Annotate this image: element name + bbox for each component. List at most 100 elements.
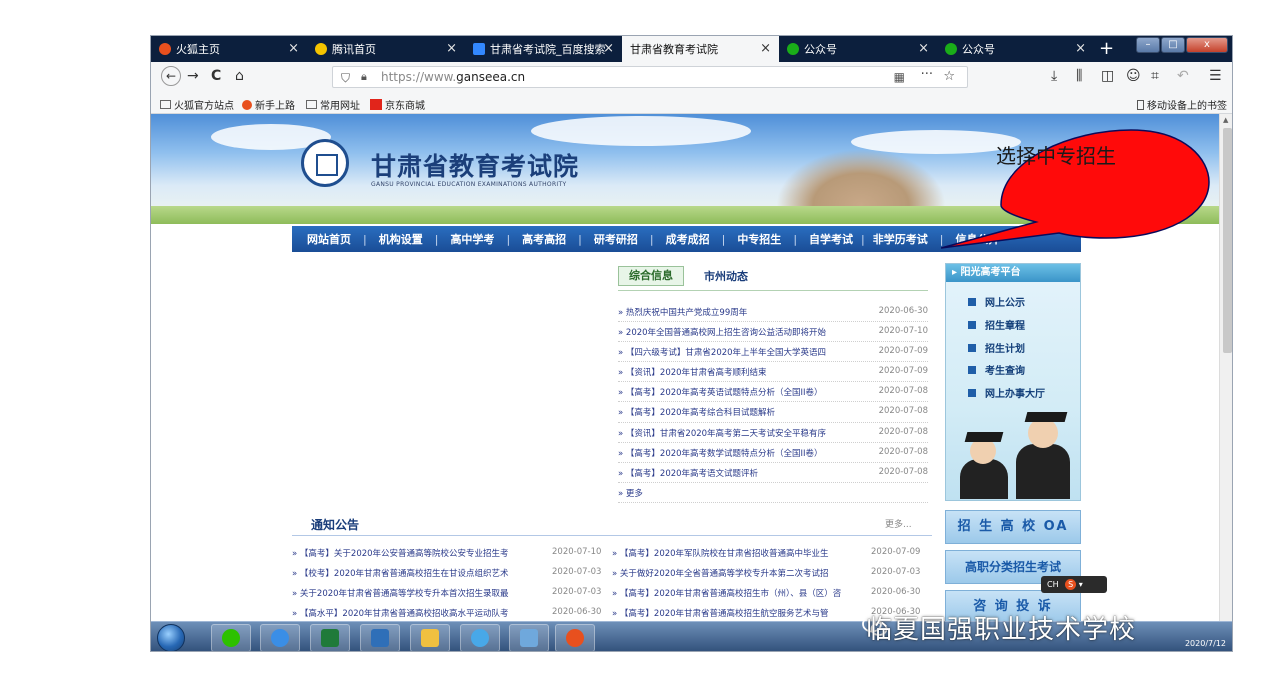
tab-ganseea[interactable]: 甘肃省教育考试院 × xyxy=(622,36,779,62)
site-emblem-logo[interactable] xyxy=(301,139,349,187)
notice-link[interactable]: » 【高考】2020年军队院校在甘肃省招收普通高中毕业生 xyxy=(612,547,862,559)
nav-high-school-exam[interactable]: 高中学考 xyxy=(450,231,494,247)
new-tab-button[interactable]: + xyxy=(1099,38,1114,59)
list-item[interactable]: » 【高考】2020年高考数学试题特点分析（全国II卷） 2020-07-08 xyxy=(618,443,928,463)
bookmark-getting-started[interactable]: 新手上路 xyxy=(242,97,295,112)
notice-link[interactable]: » 【校考】2020年甘肃省普通高校招生在甘设点组织艺术 xyxy=(292,567,542,579)
download-icon[interactable]: ⤓ xyxy=(1051,68,1057,84)
news-title[interactable]: 2020年全国普通高校网上招生咨询公益活动即将开始 xyxy=(626,328,826,338)
sogou-icon[interactable]: S xyxy=(1065,579,1077,590)
sidebar-icon[interactable]: ◫ xyxy=(1101,68,1114,84)
home-button[interactable]: ⌂ xyxy=(235,68,244,84)
close-icon[interactable]: × xyxy=(288,41,299,56)
menu-icon[interactable]: ☰ xyxy=(1209,68,1222,84)
sidebar-item-admission-rules[interactable]: 招生章程 xyxy=(968,317,1025,332)
sidebar-item-candidate-query[interactable]: 考生查询 xyxy=(968,362,1025,377)
news-more-link[interactable]: 更多 xyxy=(626,489,643,499)
list-item[interactable]: » 【高考】2020年高考综合科目试题解析 2020-07-08 xyxy=(618,402,928,423)
ime-language[interactable]: CH xyxy=(1047,580,1059,589)
bookmark-star-icon[interactable]: ☆ xyxy=(943,67,955,87)
list-item[interactable]: » 【资讯】甘肃省2020年高考第二天考试安全平稳有序 2020-07-08 xyxy=(618,423,928,443)
account-icon[interactable]: ☺ xyxy=(1126,68,1141,84)
site-title[interactable]: 甘肃省教育考试院 xyxy=(371,147,579,183)
ime-toolbar[interactable]: CH S ▾ xyxy=(1041,576,1107,593)
close-icon[interactable]: × xyxy=(918,41,929,56)
url-bar[interactable]: ⛉ 🔒︎ https://www.ganseea.cn ▦ ··· ☆ xyxy=(332,66,968,88)
nav-college-entrance[interactable]: 高考高招 xyxy=(522,231,566,247)
tab-tencent[interactable]: 腾讯首页 × xyxy=(307,36,465,62)
list-item[interactable]: » 【高考】2020年高考语文试题评析 2020-07-08 xyxy=(618,463,928,483)
news-title[interactable]: 【四六级考试】甘肃省2020年上半年全国大学英语四 xyxy=(626,348,826,358)
nav-adult-exam[interactable]: 成考成招 xyxy=(666,231,710,247)
folder-taskbar-icon[interactable] xyxy=(410,624,450,651)
tab-baidu-search[interactable]: 甘肃省考试院_百度搜索 × xyxy=(465,36,622,62)
bookmark-common-sites[interactable]: 常用网址 xyxy=(306,97,360,112)
scroll-up-icon[interactable]: ▲ xyxy=(1223,116,1228,124)
tab-official-account-1[interactable]: 公众号 × xyxy=(779,36,937,62)
bookmark-mobile[interactable]: 移动设备上的书签 xyxy=(1137,97,1227,112)
close-icon[interactable]: × xyxy=(760,41,771,56)
excel-taskbar-icon[interactable] xyxy=(310,624,350,651)
taskbar-date[interactable]: 2020/7/12 xyxy=(1185,639,1226,648)
page-actions-icon[interactable]: ··· xyxy=(921,65,933,85)
news-title[interactable]: 【高考】2020年高考综合科目试题解析 xyxy=(626,408,775,418)
qr-code-icon[interactable]: ▦ xyxy=(894,67,905,87)
scrollbar-thumb[interactable] xyxy=(1223,128,1232,353)
vertical-scrollbar[interactable]: ▲ xyxy=(1219,114,1232,621)
notice-link[interactable]: » 【高水平】2020年甘肃省普通高校招收高水平运动队考 xyxy=(292,607,542,619)
sidebar-item-online-hall[interactable]: 网上办事大厅 xyxy=(968,385,1045,400)
tab-general-info[interactable]: 综合信息 xyxy=(618,266,684,286)
maximize-button[interactable]: □ xyxy=(1161,37,1185,53)
notice-link[interactable]: » 关于做好2020年全省普通高等学校专升本第二次考试招 xyxy=(612,567,862,579)
chat-taskbar-icon[interactable] xyxy=(460,624,500,651)
tab-city-news[interactable]: 市州动态 xyxy=(704,268,748,284)
sidebar-item-public-notice[interactable]: 网上公示 xyxy=(968,294,1025,309)
sidebar-item-admission-plan[interactable]: 招生计划 xyxy=(968,340,1025,355)
forward-button[interactable]: → xyxy=(187,68,199,84)
nav-self-study-exam[interactable]: 自学考试 xyxy=(809,231,853,247)
news-title[interactable]: 【资讯】甘肃省2020年高考第二天考试安全平稳有序 xyxy=(626,429,826,439)
tab-firefox-home[interactable]: 火狐主页 × xyxy=(151,36,307,62)
close-window-button[interactable]: x xyxy=(1186,37,1228,53)
news-title[interactable]: 【资讯】2020年甘肃省高考顺利结束 xyxy=(626,368,767,378)
library-icon[interactable]: ⫼ xyxy=(1076,68,1082,84)
close-icon[interactable]: × xyxy=(603,41,614,56)
list-item[interactable]: » 热烈庆祝中国共产党成立99周年 2020-06-30 xyxy=(618,302,928,323)
notice-link[interactable]: » 【高考】2020年甘肃省普通高校招生市（州）、县（区）咨 xyxy=(612,587,862,599)
close-icon[interactable]: × xyxy=(446,41,457,56)
bookmark-jd[interactable]: 京东商城 xyxy=(370,97,425,112)
admission-oa-button[interactable]: 招 生 高 校 OA xyxy=(945,510,1081,544)
docs-taskbar-icon[interactable] xyxy=(509,624,549,651)
tab-official-account-2[interactable]: 公众号 × xyxy=(937,36,1094,62)
notice-link[interactable]: » 关于2020年甘肃省普通高等学校专升本首次招生录取最 xyxy=(292,587,542,599)
news-title[interactable]: 【高考】2020年高考语文试题评析 xyxy=(626,469,758,479)
screenshot-icon[interactable]: ⌗ xyxy=(1151,68,1159,84)
bookmark-firefox-site[interactable]: 火狐官方站点 xyxy=(160,97,234,112)
chevron-down-icon[interactable]: ▾ xyxy=(1079,580,1083,589)
nav-organization[interactable]: 机构设置 xyxy=(379,231,423,247)
shield-icon[interactable]: ⛉ xyxy=(341,68,350,88)
news-more-row[interactable]: » 更多 xyxy=(618,483,928,503)
nav-home[interactable]: 网站首页 xyxy=(307,231,351,247)
close-icon[interactable]: × xyxy=(1075,41,1086,56)
undo-icon[interactable]: ↶ xyxy=(1177,68,1189,84)
store-taskbar-icon[interactable] xyxy=(360,624,400,651)
ie-taskbar-icon[interactable] xyxy=(260,624,300,651)
news-title[interactable]: 热烈庆祝中国共产党成立99周年 xyxy=(626,308,747,318)
firefox-taskbar-icon[interactable] xyxy=(555,624,595,651)
minimize-button[interactable]: – xyxy=(1136,37,1160,53)
wechat-taskbar-icon[interactable] xyxy=(211,624,251,651)
nav-secondary-vocational[interactable]: 中专招生 xyxy=(737,231,781,247)
notice-link[interactable]: » 【高考】2020年甘肃省普通高校招生航空服务艺术与管 xyxy=(612,607,862,619)
notice-link[interactable]: » 【高考】关于2020年公安普通高等院校公安专业招生考 xyxy=(292,547,542,559)
list-item[interactable]: » 【高考】2020年高考英语试题特点分析（全国II卷） 2020-07-08 xyxy=(618,382,928,403)
back-button[interactable]: ← xyxy=(161,66,181,86)
lock-icon[interactable]: 🔒︎ xyxy=(361,67,367,87)
list-item[interactable]: » 【资讯】2020年甘肃省高考顺利结束 2020-07-09 xyxy=(618,362,928,383)
list-item[interactable]: » 2020年全国普通高校网上招生咨询公益活动即将开始 2020-07-10 xyxy=(618,322,928,343)
nav-graduate-exam[interactable]: 研考研招 xyxy=(594,231,638,247)
notice-more-link[interactable]: 更多... xyxy=(885,517,912,530)
list-item[interactable]: » 【四六级考试】甘肃省2020年上半年全国大学英语四 2020-07-09 xyxy=(618,342,928,363)
reload-button[interactable]: C xyxy=(211,68,221,84)
start-button[interactable] xyxy=(157,624,185,651)
